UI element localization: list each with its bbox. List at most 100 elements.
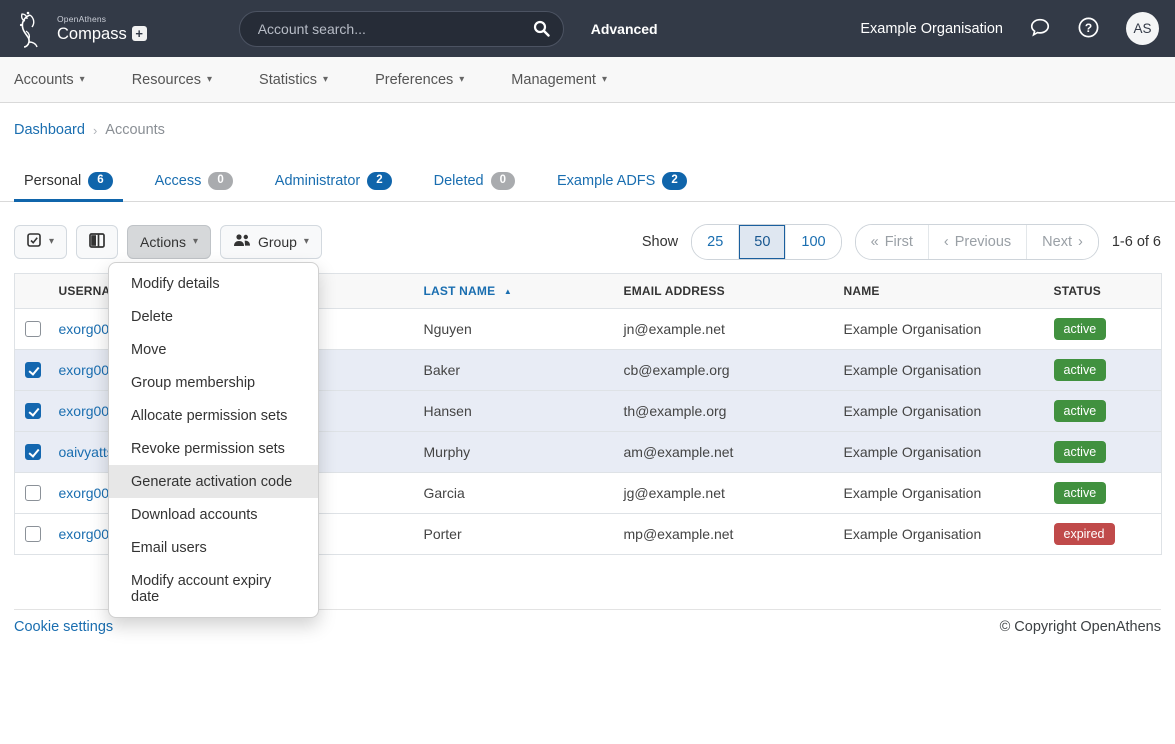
account-search-input[interactable] bbox=[239, 11, 564, 47]
menu-item-group-membership[interactable]: Group membership bbox=[109, 366, 318, 399]
column-email-address[interactable]: EMAIL ADDRESS bbox=[614, 273, 834, 308]
chat-bubble-icon bbox=[1029, 16, 1051, 41]
breadcrumb-separator-icon: › bbox=[93, 123, 97, 138]
status-badge: active bbox=[1054, 441, 1107, 463]
row-checkbox[interactable] bbox=[25, 485, 41, 501]
sort-ascending-icon: ▲ bbox=[504, 287, 512, 296]
chevron-down-icon: ▾ bbox=[49, 237, 54, 247]
first-page-button[interactable]: « First bbox=[856, 225, 929, 259]
email-cell: jg@example.net bbox=[614, 472, 834, 513]
menu-item-modify-details[interactable]: Modify details bbox=[109, 267, 318, 300]
nav-resources[interactable]: Resources ▾ bbox=[132, 72, 212, 88]
nav-preferences[interactable]: Preferences ▾ bbox=[375, 72, 464, 88]
account-type-tabs: Personal 6 Access 0 Administrator 2 Dele… bbox=[0, 166, 1175, 202]
menu-item-modify-account-expiry-date[interactable]: Modify account expiry date bbox=[109, 564, 318, 613]
row-checkbox[interactable] bbox=[25, 362, 41, 378]
row-checkbox[interactable] bbox=[25, 403, 41, 419]
search-button[interactable] bbox=[533, 20, 550, 40]
last-name-cell: Hansen bbox=[414, 390, 614, 431]
page-size-group: 25 50 100 bbox=[691, 224, 841, 260]
row-checkbox[interactable] bbox=[25, 526, 41, 542]
page-size-50-button[interactable]: 50 bbox=[739, 225, 786, 259]
organisation-name: Example Organisation bbox=[860, 21, 1003, 37]
select-rows-button[interactable]: ▾ bbox=[14, 225, 67, 259]
status-badge: active bbox=[1054, 359, 1107, 381]
tab-deleted[interactable]: Deleted 0 bbox=[424, 166, 525, 202]
cookie-settings-link[interactable]: Cookie settings bbox=[14, 619, 113, 635]
header-checkbox-cell bbox=[15, 273, 49, 308]
name-cell: Example Organisation bbox=[834, 349, 1044, 390]
menu-item-allocate-permission-sets[interactable]: Allocate permission sets bbox=[109, 399, 318, 432]
column-last-name[interactable]: LAST NAME ▲ bbox=[414, 273, 614, 308]
email-cell: am@example.net bbox=[614, 431, 834, 472]
tab-administrator[interactable]: Administrator 2 bbox=[265, 166, 402, 202]
column-status[interactable]: STATUS bbox=[1044, 273, 1162, 308]
columns-button[interactable] bbox=[76, 225, 118, 259]
previous-page-button[interactable]: ‹ Previous bbox=[929, 225, 1027, 259]
tab-access[interactable]: Access 0 bbox=[145, 166, 243, 202]
status-badge: active bbox=[1054, 318, 1107, 340]
user-avatar[interactable]: AS bbox=[1126, 12, 1159, 45]
search-icon bbox=[533, 25, 550, 40]
menu-item-revoke-permission-sets[interactable]: Revoke permission sets bbox=[109, 432, 318, 465]
columns-icon bbox=[89, 233, 105, 251]
chevron-down-icon: ▾ bbox=[80, 75, 85, 85]
chevron-down-icon: ▾ bbox=[323, 75, 328, 85]
chevron-left-icon: ‹ bbox=[944, 234, 949, 250]
show-label: Show bbox=[642, 234, 678, 250]
tab-example-adfs[interactable]: Example ADFS 2 bbox=[547, 166, 697, 202]
breadcrumb: Dashboard › Accounts bbox=[14, 122, 1161, 138]
email-cell: cb@example.org bbox=[614, 349, 834, 390]
breadcrumb-current: Accounts bbox=[105, 122, 165, 138]
page-size-25-button[interactable]: 25 bbox=[692, 225, 739, 259]
column-name[interactable]: NAME bbox=[834, 273, 1044, 308]
nav-accounts[interactable]: Accounts ▾ bbox=[14, 72, 85, 88]
email-cell: jn@example.net bbox=[614, 308, 834, 349]
tab-count-badge: 6 bbox=[88, 172, 112, 190]
menu-item-download-accounts[interactable]: Download accounts bbox=[109, 498, 318, 531]
name-cell: Example Organisation bbox=[834, 390, 1044, 431]
tab-count-badge: 0 bbox=[208, 172, 232, 190]
advanced-search-link[interactable]: Advanced bbox=[591, 21, 658, 37]
row-checkbox[interactable] bbox=[25, 321, 41, 337]
username-link[interactable]: oaivyatts bbox=[59, 444, 114, 460]
help-button[interactable]: ? bbox=[1077, 16, 1100, 42]
tab-personal[interactable]: Personal 6 bbox=[14, 166, 123, 202]
group-people-icon bbox=[233, 233, 251, 250]
chevron-right-icon: › bbox=[1078, 234, 1083, 250]
main-navigation: Accounts ▾ Resources ▾ Statistics ▾ Pref… bbox=[0, 57, 1175, 103]
name-cell: Example Organisation bbox=[834, 513, 1044, 554]
feedback-button[interactable] bbox=[1029, 16, 1051, 41]
chevron-down-icon: ▾ bbox=[207, 75, 212, 85]
actions-dropdown-menu: Modify details Delete Move Group members… bbox=[108, 262, 319, 618]
top-header-bar: OpenAthens Compass + Advanced Example Or… bbox=[0, 0, 1175, 57]
chevron-down-icon: ▾ bbox=[193, 237, 198, 247]
page-size-100-button[interactable]: 100 bbox=[786, 225, 840, 259]
tab-count-badge: 2 bbox=[662, 172, 686, 190]
actions-button[interactable]: Actions ▾ bbox=[127, 225, 211, 259]
next-page-button[interactable]: Next › bbox=[1027, 225, 1098, 259]
svg-text:?: ? bbox=[1085, 20, 1092, 34]
row-checkbox[interactable] bbox=[25, 444, 41, 460]
chevron-down-icon: ▾ bbox=[304, 237, 309, 247]
menu-item-generate-activation-code[interactable]: Generate activation code bbox=[109, 465, 318, 498]
menu-item-delete[interactable]: Delete bbox=[109, 300, 318, 333]
last-name-cell: Baker bbox=[414, 349, 614, 390]
tab-count-badge: 2 bbox=[367, 172, 391, 190]
checkbox-select-icon bbox=[27, 233, 42, 251]
status-badge: active bbox=[1054, 482, 1107, 504]
nav-management[interactable]: Management ▾ bbox=[511, 72, 607, 88]
breadcrumb-dashboard-link[interactable]: Dashboard bbox=[14, 122, 85, 138]
result-range-text: 1-6 of 6 bbox=[1112, 234, 1161, 250]
pager-group: « First ‹ Previous Next › bbox=[855, 224, 1099, 260]
nav-statistics[interactable]: Statistics ▾ bbox=[259, 72, 328, 88]
openathens-compass-logo[interactable]: OpenAthens Compass + bbox=[16, 9, 147, 49]
menu-item-move[interactable]: Move bbox=[109, 333, 318, 366]
status-badge: expired bbox=[1054, 523, 1115, 545]
last-name-cell: Garcia bbox=[414, 472, 614, 513]
menu-item-email-users[interactable]: Email users bbox=[109, 531, 318, 564]
group-button[interactable]: Group ▾ bbox=[220, 225, 322, 259]
chevron-down-icon: ▾ bbox=[602, 75, 607, 85]
account-search bbox=[239, 11, 564, 47]
name-cell: Example Organisation bbox=[834, 308, 1044, 349]
